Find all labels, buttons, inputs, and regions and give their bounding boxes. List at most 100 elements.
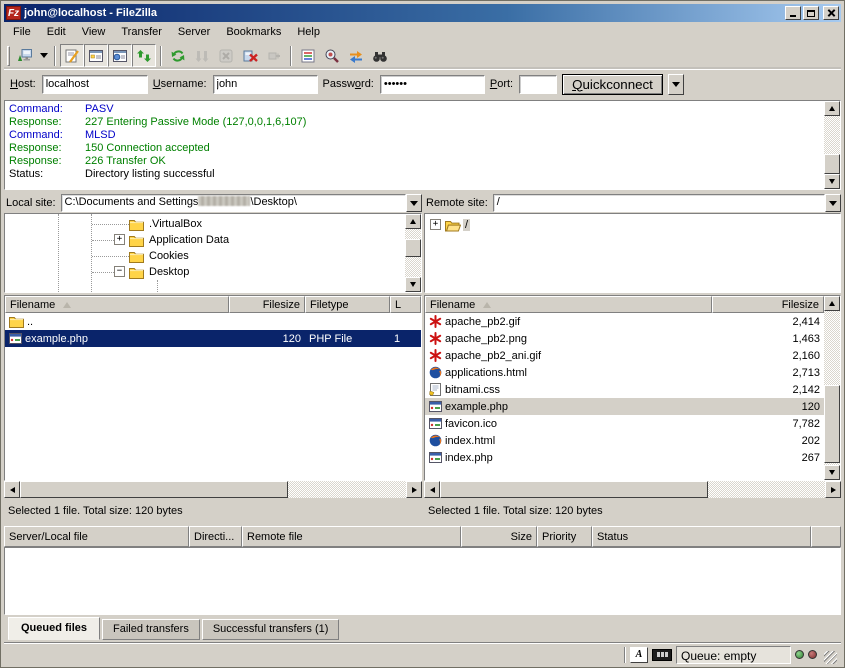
toggle-remote-tree-button[interactable]: [108, 44, 132, 67]
collapse-icon[interactable]: −: [114, 266, 125, 277]
toggle-message-log-button[interactable]: [60, 44, 84, 67]
file-row-example-php[interactable]: example.php120: [425, 398, 824, 415]
menu-view[interactable]: View: [74, 23, 114, 41]
refresh-button[interactable]: [166, 44, 190, 67]
expand-icon[interactable]: +: [430, 219, 441, 230]
column-header-l[interactable]: L: [390, 296, 421, 313]
column-header-size[interactable]: Size: [461, 526, 537, 547]
expand-icon[interactable]: +: [114, 234, 125, 245]
file-row-apache-pb2-ani-gif[interactable]: apache_pb2_ani.gif2,160: [425, 347, 824, 364]
site-manager-dropdown-button[interactable]: [37, 44, 50, 67]
column-header-blank[interactable]: [811, 526, 841, 547]
tree-item--virtualbox[interactable]: .VirtualBox: [5, 216, 405, 232]
column-header-filename[interactable]: Filename: [425, 296, 712, 313]
quickconnect-button[interactable]: Quickconnect: [562, 74, 663, 95]
sync-browsing-button[interactable]: [344, 44, 368, 67]
toggle-queue-button[interactable]: [132, 44, 156, 67]
resize-grip[interactable]: [824, 651, 837, 664]
disconnect-button[interactable]: [238, 44, 262, 67]
toolbar-grip[interactable]: [7, 46, 10, 66]
column-header-filesize[interactable]: Filesize: [229, 296, 305, 313]
scroll-thumb[interactable]: [824, 385, 840, 463]
scroll-down-button[interactable]: [824, 465, 840, 480]
file-row-applications-html[interactable]: applications.html2,713: [425, 364, 824, 381]
scroll-thumb[interactable]: [405, 239, 421, 257]
column-header-remote-file[interactable]: Remote file: [242, 526, 461, 547]
menu-edit[interactable]: Edit: [39, 23, 74, 41]
transfer-queue-body[interactable]: [4, 547, 841, 615]
compare-button[interactable]: [320, 44, 344, 67]
scroll-thumb[interactable]: [20, 481, 288, 498]
local-site-dropdown-button[interactable]: [406, 194, 422, 212]
scroll-down-button[interactable]: [824, 174, 840, 189]
file-row-bitnami-css[interactable]: bitnami.css2,142: [425, 381, 824, 398]
column-header-filesize[interactable]: Filesize: [712, 296, 824, 313]
file-row-index-php[interactable]: index.php267: [425, 449, 824, 466]
site-manager-button[interactable]: [13, 44, 37, 67]
scroll-left-button[interactable]: [4, 481, 20, 498]
remote-site-combo[interactable]: /: [493, 194, 841, 212]
menu-server[interactable]: Server: [170, 23, 218, 41]
scroll-left-button[interactable]: [424, 481, 440, 498]
tree-connector-line: [92, 240, 114, 241]
file-row-favicon-ico[interactable]: favicon.ico7,782: [425, 415, 824, 432]
remote-list-scrollbar[interactable]: [824, 296, 840, 480]
tree-item-root[interactable]: +/: [425, 217, 840, 233]
local-horizontal-scrollbar[interactable]: [4, 481, 422, 498]
toggle-local-tree-button[interactable]: [84, 44, 108, 67]
find-button[interactable]: [368, 44, 392, 67]
remote-site-dropdown-button[interactable]: [825, 194, 841, 212]
quickconnect-dropdown-button[interactable]: [668, 74, 684, 95]
local-site-combo[interactable]: C:\Documents and Settings\Desktop\: [61, 194, 422, 212]
reconnect-button[interactable]: [262, 44, 286, 67]
menu-file[interactable]: File: [5, 23, 39, 41]
close-button[interactable]: [823, 6, 839, 20]
scroll-right-button[interactable]: [406, 481, 422, 498]
file-row-apache-pb2-gif[interactable]: apache_pb2.gif2,414: [425, 313, 824, 330]
scroll-up-button[interactable]: [824, 296, 840, 311]
message-log-scrollbar[interactable]: [824, 101, 840, 189]
local-site-path[interactable]: C:\Documents and Settings\Desktop\: [61, 194, 406, 212]
username-input[interactable]: [213, 75, 318, 94]
menu-bookmarks[interactable]: Bookmarks: [218, 23, 289, 41]
local-tree-scrollbar[interactable]: [405, 214, 421, 292]
host-input[interactable]: [42, 75, 148, 94]
menu-help[interactable]: Help: [289, 23, 328, 41]
cell-text: PHP File: [309, 333, 352, 345]
column-header-status[interactable]: Status: [592, 526, 811, 547]
tab-successful-transfers-1-[interactable]: Successful transfers (1): [202, 619, 340, 640]
file-row--[interactable]: ..: [5, 313, 421, 330]
column-header-priority[interactable]: Priority: [537, 526, 592, 547]
filter-button[interactable]: [296, 44, 320, 67]
column-header-filename[interactable]: Filename: [5, 296, 229, 313]
file-row-index-html[interactable]: index.html202: [425, 432, 824, 449]
remote-list-body[interactable]: apache_pb2.gif2,414apache_pb2.png1,463ap…: [425, 313, 824, 480]
scroll-right-button[interactable]: [825, 481, 841, 498]
cancel-button[interactable]: [214, 44, 238, 67]
remote-site-path[interactable]: /: [493, 194, 825, 212]
scroll-up-button[interactable]: [405, 214, 421, 229]
tree-item-application-data[interactable]: +Application Data: [5, 232, 405, 248]
scroll-down-button[interactable]: [405, 277, 421, 292]
file-row-example-php[interactable]: example.php120PHP File1: [5, 330, 421, 347]
minimize-button[interactable]: [785, 6, 801, 20]
maximize-button[interactable]: [803, 6, 819, 20]
tree-item-cookies[interactable]: Cookies: [5, 248, 405, 264]
port-input[interactable]: [519, 75, 557, 94]
password-input[interactable]: [380, 75, 485, 94]
tree-item-desktop[interactable]: −Desktop: [5, 264, 405, 280]
maximize-icon: [807, 10, 815, 17]
tab-queued-files[interactable]: Queued files: [8, 617, 100, 640]
menu-transfer[interactable]: Transfer: [113, 23, 170, 41]
process-queue-button[interactable]: [190, 44, 214, 67]
local-list-body[interactable]: ..example.php120PHP File1: [5, 313, 421, 480]
remote-horizontal-scrollbar[interactable]: [424, 481, 841, 498]
column-header-filetype[interactable]: Filetype: [305, 296, 390, 313]
column-header-server-local-file[interactable]: Server/Local file: [4, 526, 189, 547]
file-row-apache-pb2-png[interactable]: apache_pb2.png1,463: [425, 330, 824, 347]
column-header-directi-[interactable]: Directi...: [189, 526, 242, 547]
tab-failed-transfers[interactable]: Failed transfers: [102, 619, 200, 640]
scroll-thumb[interactable]: [824, 154, 840, 174]
scroll-up-button[interactable]: [824, 101, 840, 116]
scroll-thumb[interactable]: [440, 481, 708, 498]
